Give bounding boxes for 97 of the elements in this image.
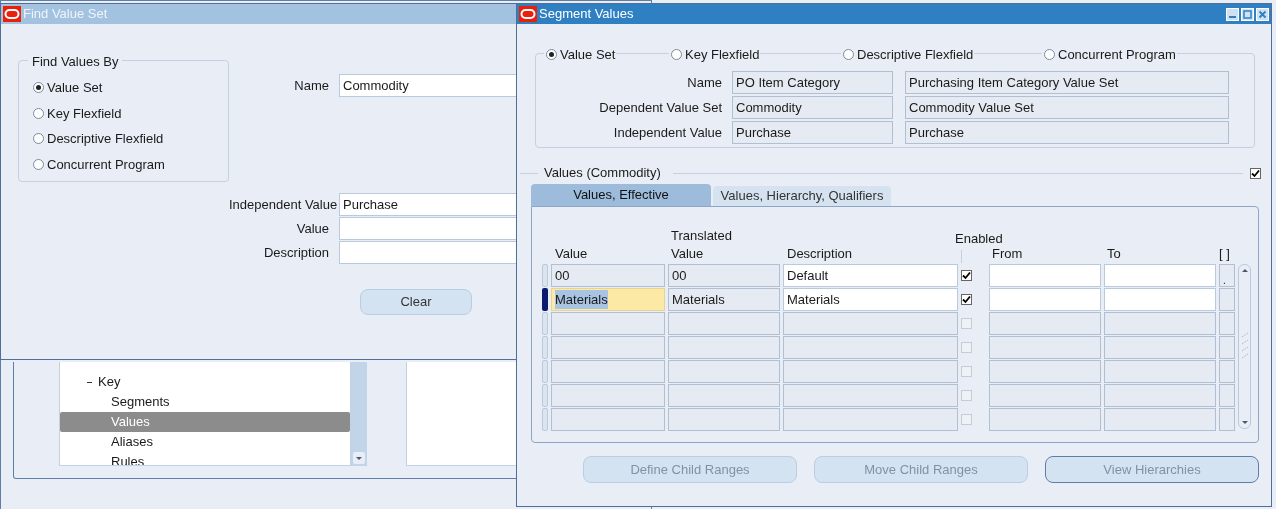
table-cell[interactable] bbox=[783, 360, 958, 383]
table-cell[interactable] bbox=[1104, 288, 1216, 311]
minimize-icon[interactable] bbox=[1226, 7, 1239, 21]
tree-item[interactable]: Aliases bbox=[60, 432, 350, 452]
table-cell[interactable] bbox=[551, 360, 665, 383]
table-cell[interactable] bbox=[989, 360, 1101, 383]
input-field[interactable] bbox=[339, 241, 517, 264]
table-cell[interactable] bbox=[989, 408, 1101, 431]
column-header: [ ] bbox=[1219, 244, 1231, 263]
table-cell[interactable] bbox=[668, 360, 780, 383]
radio-button[interactable] bbox=[671, 49, 682, 61]
radio-button[interactable] bbox=[1044, 49, 1055, 61]
table-cell[interactable]: . bbox=[1219, 264, 1235, 287]
column-header: Translated Value bbox=[670, 227, 733, 263]
table-cell[interactable] bbox=[1104, 312, 1216, 335]
table-cell[interactable] bbox=[551, 408, 665, 431]
clear-button[interactable]: Clear bbox=[360, 289, 472, 315]
maximize-icon[interactable] bbox=[1241, 7, 1254, 21]
table-cell[interactable]: 00 bbox=[668, 264, 780, 287]
field-label: Description bbox=[262, 243, 330, 262]
table-cell[interactable] bbox=[1104, 264, 1216, 287]
radio-option[interactable]: Key Flexfield bbox=[33, 103, 228, 123]
checkbox[interactable] bbox=[961, 270, 972, 281]
table-cell[interactable] bbox=[668, 336, 780, 359]
table-cell[interactable] bbox=[551, 384, 665, 407]
readonly-field[interactable]: Purchase bbox=[905, 121, 1229, 144]
readonly-field[interactable]: Commodity bbox=[732, 96, 893, 119]
table-cell[interactable] bbox=[989, 288, 1101, 311]
field-label: Dependent Value Set bbox=[598, 98, 723, 117]
window-title: Find Value Set bbox=[23, 5, 108, 24]
table-cell[interactable] bbox=[783, 408, 958, 431]
tree-item[interactable]: Key bbox=[60, 372, 350, 392]
field-label: Name bbox=[686, 73, 723, 92]
table-cell[interactable] bbox=[1104, 336, 1216, 359]
field-label: Independent Value bbox=[612, 123, 723, 142]
column-header: Value bbox=[554, 244, 589, 263]
radio-button[interactable] bbox=[843, 49, 854, 61]
column-header: Description bbox=[786, 244, 854, 263]
scrollbar[interactable] bbox=[1238, 264, 1251, 429]
input-field[interactable] bbox=[339, 217, 517, 240]
table-cell[interactable] bbox=[989, 264, 1101, 287]
close-icon[interactable] bbox=[1256, 7, 1269, 21]
table-cell[interactable]: 00 bbox=[551, 264, 665, 287]
table-cell[interactable] bbox=[1219, 312, 1235, 335]
table-cell[interactable] bbox=[783, 336, 958, 359]
table-cell[interactable] bbox=[1219, 360, 1235, 383]
table-cell[interactable] bbox=[1219, 408, 1235, 431]
radio-button[interactable] bbox=[33, 133, 44, 145]
tab[interactable]: Values, Hierarchy, Qualifiers bbox=[713, 186, 891, 206]
radio-option[interactable]: Concurrent Program bbox=[33, 154, 228, 174]
table-cell[interactable] bbox=[1104, 360, 1216, 383]
readonly-field[interactable]: Purchasing Item Category Value Set bbox=[905, 71, 1229, 94]
checkbox[interactable] bbox=[961, 294, 972, 305]
table-cell[interactable]: Default bbox=[783, 264, 958, 287]
input-field[interactable]: Purchase bbox=[339, 193, 517, 216]
table-cell[interactable] bbox=[1104, 384, 1216, 407]
table-cell[interactable] bbox=[668, 408, 780, 431]
tab[interactable]: Values, Effective bbox=[531, 184, 711, 206]
table-cell[interactable] bbox=[989, 312, 1101, 335]
column-header: To bbox=[1106, 244, 1122, 263]
readonly-field[interactable]: Commodity Value Set bbox=[905, 96, 1229, 119]
table-cell[interactable] bbox=[1219, 336, 1235, 359]
table-cell[interactable] bbox=[1219, 288, 1235, 311]
logo-icon bbox=[519, 6, 537, 22]
table-cell[interactable] bbox=[668, 312, 780, 335]
readonly-field[interactable]: Purchase bbox=[732, 121, 893, 144]
table-cell[interactable]: Materials bbox=[551, 288, 665, 311]
radio-button[interactable] bbox=[33, 107, 44, 119]
field-label: Independent Value bbox=[229, 195, 339, 214]
table-cell[interactable] bbox=[1104, 408, 1216, 431]
row-indicator[interactable] bbox=[542, 288, 548, 311]
scroll-down-icon[interactable] bbox=[353, 452, 365, 464]
checkbox[interactable] bbox=[1249, 167, 1261, 179]
field-label: Value bbox=[295, 219, 330, 238]
input-field[interactable]: Commodity bbox=[339, 74, 517, 97]
radio-button[interactable] bbox=[33, 158, 44, 170]
table-cell[interactable] bbox=[551, 312, 665, 335]
logo-icon bbox=[3, 6, 21, 22]
table-cell[interactable] bbox=[783, 312, 958, 335]
table-cell[interactable]: Materials bbox=[783, 288, 958, 311]
field-label: Name bbox=[293, 76, 330, 95]
table-cell[interactable] bbox=[989, 336, 1101, 359]
table-cell[interactable] bbox=[551, 336, 665, 359]
table-cell[interactable] bbox=[783, 384, 958, 407]
scrollbar[interactable] bbox=[351, 362, 367, 466]
radio-button[interactable] bbox=[546, 49, 557, 61]
table-cell[interactable] bbox=[1219, 384, 1235, 407]
radio-option[interactable]: Value Set bbox=[33, 78, 228, 98]
table-cell[interactable]: Materials bbox=[668, 288, 780, 311]
table-cell[interactable] bbox=[989, 384, 1101, 407]
readonly-field[interactable]: PO Item Category bbox=[732, 71, 893, 94]
section-title: Values (Commodity) bbox=[543, 164, 662, 183]
radio-option[interactable]: Descriptive Flexfield bbox=[33, 129, 228, 149]
window-title: Segment Values bbox=[539, 5, 634, 24]
tree-item[interactable]: Segments bbox=[60, 392, 350, 412]
table-cell[interactable] bbox=[668, 384, 780, 407]
radio-button[interactable] bbox=[33, 82, 44, 94]
